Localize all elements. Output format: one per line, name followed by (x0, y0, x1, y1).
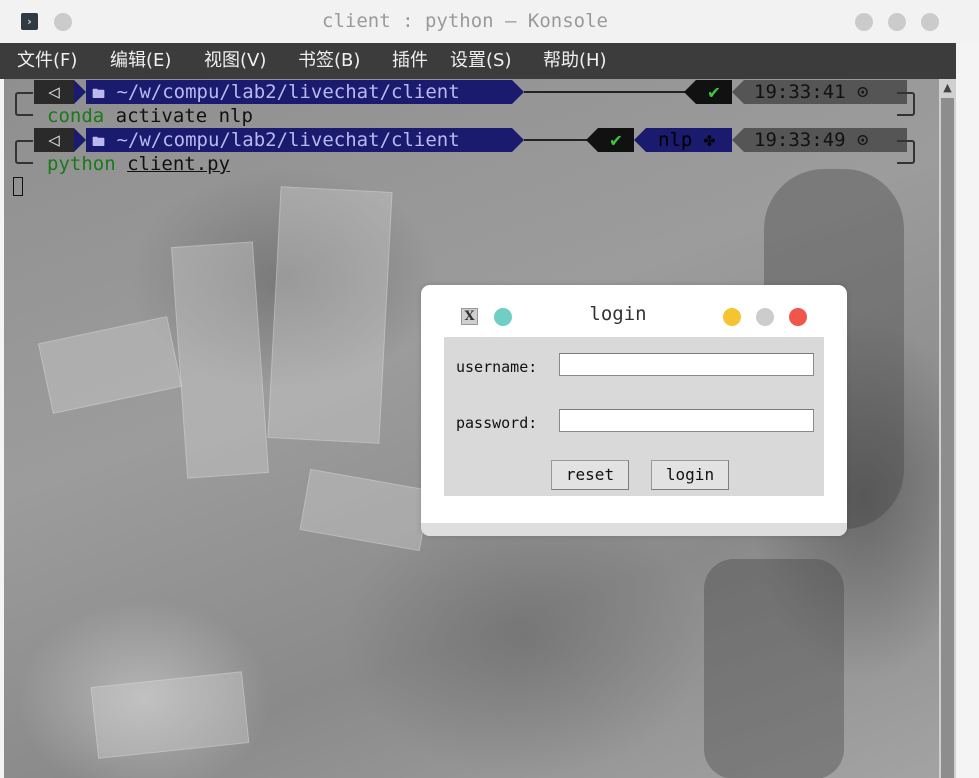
command-keyword: python (47, 153, 116, 175)
window-title: client : python — Konsole (322, 10, 608, 32)
command-args: client.py (127, 153, 231, 175)
wallpaper-shape (37, 316, 183, 414)
path-text: ~/w/compu/lab2/livechat/client (116, 81, 460, 103)
command-keyword: conda (47, 105, 105, 127)
status-ok-icon: ✔ (598, 128, 634, 152)
prompt-line: ◁ 🖿 ~/w/compu/lab2/livechat/client ✔ nlp… (4, 128, 939, 164)
prompt-separator (732, 80, 744, 104)
prompt-path: 🖿 ~/w/compu/lab2/livechat/client (86, 80, 512, 104)
prompt-time: 19:33:49 ⊙ (744, 128, 907, 152)
window-titlebar: › client : python — Konsole (0, 0, 979, 43)
scroll-up-arrow-icon[interactable]: ▲ (939, 79, 956, 96)
prompt-time: 19:33:41 ⊙ (744, 80, 907, 104)
menubar: 文件(F) 编辑(E) 视图(V) 书签(B) 插件 设置(S) 帮助(H) (0, 43, 956, 79)
wallpaper-shape (704, 559, 844, 778)
wallpaper-shape (90, 671, 250, 759)
password-label: password: (456, 414, 538, 432)
terminal-cursor (13, 177, 23, 196)
menu-file[interactable]: 文件(F) (17, 43, 77, 79)
prompt-separator (74, 80, 86, 104)
dialog-bottom-edge (421, 523, 847, 536)
menu-help[interactable]: 帮助(H) (543, 43, 607, 79)
maximize-button[interactable] (888, 13, 906, 31)
reset-button[interactable]: reset (551, 460, 629, 490)
username-input[interactable] (559, 353, 814, 376)
menu-view[interactable]: 视图(V) (204, 43, 266, 79)
prompt-path: 🖿 ~/w/compu/lab2/livechat/client (86, 128, 512, 152)
dialog-close-button[interactable] (789, 308, 807, 326)
status-ok-icon: ✔ (696, 80, 732, 104)
prompt-separator (634, 128, 646, 152)
command-line: conda activate nlp (47, 104, 253, 128)
prompt-fill-line (524, 91, 692, 93)
prompt-separator (512, 80, 524, 104)
os-icon: ◁ (34, 80, 74, 104)
prompt-frame-left (15, 92, 33, 116)
prompt-separator (684, 80, 696, 104)
folder-icon: 🖿 (92, 135, 106, 150)
dialog-maximize-button[interactable] (756, 308, 774, 326)
prompt-separator (512, 128, 524, 152)
prompt-separator (586, 128, 598, 152)
login-button[interactable]: login (651, 460, 729, 490)
menu-edit[interactable]: 编辑(E) (110, 43, 171, 79)
close-button[interactable] (921, 13, 939, 31)
prompt-frame-left (15, 140, 33, 164)
dialog-minimize-button[interactable] (723, 308, 741, 326)
prompt-separator (74, 128, 86, 152)
path-text: ~/w/compu/lab2/livechat/client (116, 129, 460, 151)
command-args: activate nlp (104, 105, 253, 127)
command-line: python client.py (47, 152, 230, 176)
prompt-separator (732, 128, 744, 152)
minimize-button[interactable] (855, 13, 873, 31)
conda-env: nlp ✤ (646, 128, 732, 152)
password-input[interactable] (559, 409, 814, 432)
prompt-line: ◁ 🖿 ~/w/compu/lab2/livechat/client ✔ 19:… (4, 80, 939, 116)
scrollbar-thumb[interactable] (941, 98, 954, 778)
wallpaper-shape (171, 241, 269, 479)
wallpaper-shape (267, 186, 393, 444)
folder-icon: 🖿 (92, 87, 106, 102)
menu-plugins[interactable]: 插件 (392, 43, 428, 79)
os-icon: ◁ (34, 128, 74, 152)
login-form: username: password: reset login (444, 337, 824, 496)
prompt-frame-right (897, 140, 915, 164)
username-label: username: (456, 358, 538, 376)
prompt-fill-line (524, 139, 594, 141)
menu-settings[interactable]: 设置(S) (450, 43, 511, 79)
menu-bookmarks[interactable]: 书签(B) (298, 43, 360, 79)
prompt-frame-right (897, 92, 915, 116)
login-dialog: X login username: password: reset login (421, 285, 847, 536)
wallpaper-shape (299, 468, 431, 552)
